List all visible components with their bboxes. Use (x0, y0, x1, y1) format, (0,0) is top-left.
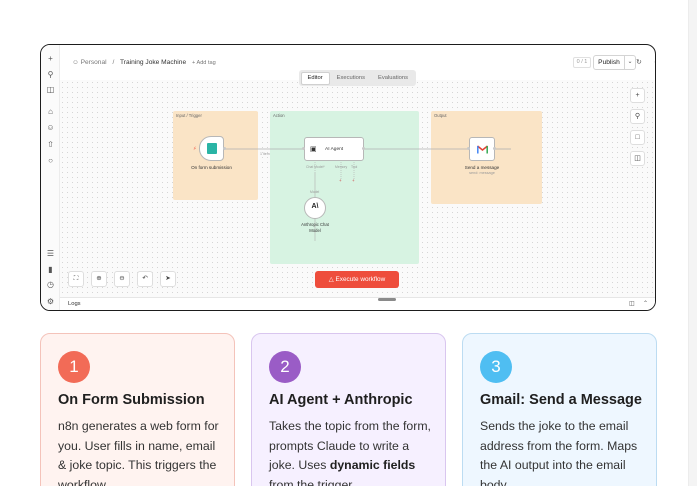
add-node-button[interactable]: + (630, 88, 645, 103)
trigger-output-port[interactable] (223, 147, 226, 150)
undo-button[interactable]: ↶ (137, 271, 153, 287)
templates-icon[interactable]: ☰ (45, 248, 56, 259)
search-icon[interactable]: ⚲ (45, 69, 56, 80)
version-counter: 0 / 1 (573, 57, 591, 68)
step-card-2: 2 AI Agent + Anthropic Takes the topic f… (251, 333, 446, 486)
anthropic-model-node[interactable]: A\ (304, 197, 326, 219)
logs-label: Logs (68, 301, 81, 307)
fit-view-icon: ⛶ (73, 275, 79, 282)
agent-output-port[interactable] (362, 147, 365, 150)
workflow-canvas[interactable]: Input / Trigger Action Output 1 item ⚡ O… (60, 80, 655, 297)
add-tag-link[interactable]: + Add tag (192, 60, 216, 66)
gmail-icon (477, 145, 488, 154)
ai-agent-label: AI Agent (325, 147, 344, 152)
agent-input-port[interactable] (302, 147, 305, 150)
step-number-3: 3 (480, 351, 512, 383)
step-card-1: 1 On Form Submission n8n generates a web… (40, 333, 235, 486)
gmail-node-label: Send a message (464, 165, 500, 170)
add-memory-icon[interactable]: + (339, 178, 342, 183)
gmail-node-sub: send: message (469, 171, 495, 175)
undo-icon: ↶ (142, 275, 148, 282)
history-icon[interactable]: ↻ (636, 58, 642, 66)
chevron-down-icon: ⌄ (627, 59, 633, 65)
owner-link[interactable]: ☺ Personal (72, 59, 107, 66)
step-body-2: Takes the topic from the form, prompts C… (269, 419, 431, 486)
search-nodes-button[interactable]: ⚲ (630, 109, 645, 124)
gmail-output-port[interactable] (493, 147, 496, 150)
execute-workflow-button[interactable]: △ Execute workflow (315, 271, 399, 288)
note-icon: □ (635, 134, 640, 141)
panel-toggle-icon[interactable]: ◫ (45, 84, 56, 95)
home-icon[interactable]: ⌂ (45, 106, 56, 117)
plus-icon[interactable]: + (45, 53, 56, 64)
logs-bar[interactable]: Logs ◫ ⌃ (60, 297, 655, 310)
edge-item-count: 1 item (260, 152, 270, 156)
anthropic-icon: A\ (311, 203, 319, 210)
anthropic-model-label-2: Model (309, 228, 321, 233)
ai-agent-node[interactable]: ▣ AI Agent (304, 137, 364, 161)
trigger-node[interactable] (199, 136, 224, 161)
zoom-in-icon: ⊕ (96, 275, 102, 282)
sticky-note-button[interactable]: □ (630, 130, 645, 145)
fit-view-button[interactable]: ⛶ (68, 271, 84, 287)
view-tabs: Editor Executions Evaluations (299, 70, 416, 86)
anthropic-model-label-1: Anthropic Chat (301, 222, 329, 227)
step-title-2: AI Agent + Anthropic (269, 392, 413, 408)
zoom-in-button[interactable]: ⊕ (91, 271, 107, 287)
panel-icon: ◫ (634, 155, 641, 162)
step-number-2: 2 (269, 351, 301, 383)
publish-menu-button[interactable]: ⌄ (624, 55, 636, 70)
tool-port-label: Tool (351, 165, 358, 169)
more-options-icon[interactable]: ⋯ (654, 58, 655, 66)
user-icon[interactable]: ☺ (45, 122, 56, 133)
step-title-1: On Form Submission (58, 392, 205, 408)
connections (225, 148, 511, 241)
gmail-node[interactable] (469, 137, 495, 161)
zoom-out-button[interactable]: ⊖ (114, 271, 130, 287)
tab-executions[interactable]: Executions (331, 72, 371, 85)
resize-handle[interactable] (378, 298, 396, 301)
step-card-3: 3 Gmail: Send a Message Sends the joke t… (462, 333, 657, 486)
memory-port-label: Memory (335, 165, 348, 169)
trigger-node-label: On form submission (191, 165, 232, 170)
breadcrumb-separator: / (112, 59, 115, 66)
form-icon (207, 143, 217, 154)
trigger-bolt-icon: ⚡ (193, 146, 197, 152)
share-icon[interactable]: ⇧ (45, 139, 56, 150)
workflow-name[interactable]: Training Joke Machine (120, 59, 186, 66)
robot-icon: ▣ (310, 146, 317, 153)
cursor-icon: ➤ (165, 275, 171, 282)
chat-icon[interactable]: ○ (45, 155, 56, 166)
step-body-1: n8n generates a web form for you. User f… (58, 419, 219, 486)
insights-icon[interactable]: ▮ (45, 264, 56, 275)
search-icon: ⚲ (634, 113, 641, 120)
step-number-1: 1 (58, 351, 90, 383)
step-body-3: Sends the joke to the email address from… (480, 419, 638, 486)
tab-evaluations[interactable]: Evaluations (372, 72, 414, 85)
zoom-out-icon: ⊖ (119, 275, 125, 282)
chevron-up-icon[interactable]: ⌃ (643, 300, 648, 307)
left-sidebar: + ⚲ ◫ ⌂ ☺ ⇧ ○ ☰ ▮ ◷ ⚙ (41, 45, 60, 310)
step-title-3: Gmail: Send a Message (480, 392, 642, 408)
pointer-button[interactable]: ➤ (160, 271, 176, 287)
chat-model-port-label: Chat Model* (306, 165, 325, 169)
side-panel-button[interactable]: ◫ (630, 151, 645, 166)
model-port-label: Model (310, 190, 320, 194)
logs-panel-icon[interactable]: ◫ (629, 300, 635, 307)
add-tool-icon[interactable]: + (352, 178, 355, 183)
publish-button[interactable]: Publish (593, 55, 625, 70)
settings-icon[interactable]: ⚙ (45, 296, 56, 307)
tab-editor[interactable]: Editor (300, 71, 330, 85)
page-scrollbar[interactable] (688, 0, 697, 486)
user-icon: ☺ (72, 59, 81, 66)
breadcrumb: ☺ Personal / Training Joke Machine + Add… (72, 59, 216, 66)
help-icon[interactable]: ◷ (45, 279, 56, 290)
plus-icon: + (635, 92, 640, 99)
gmail-input-port[interactable] (467, 147, 470, 150)
